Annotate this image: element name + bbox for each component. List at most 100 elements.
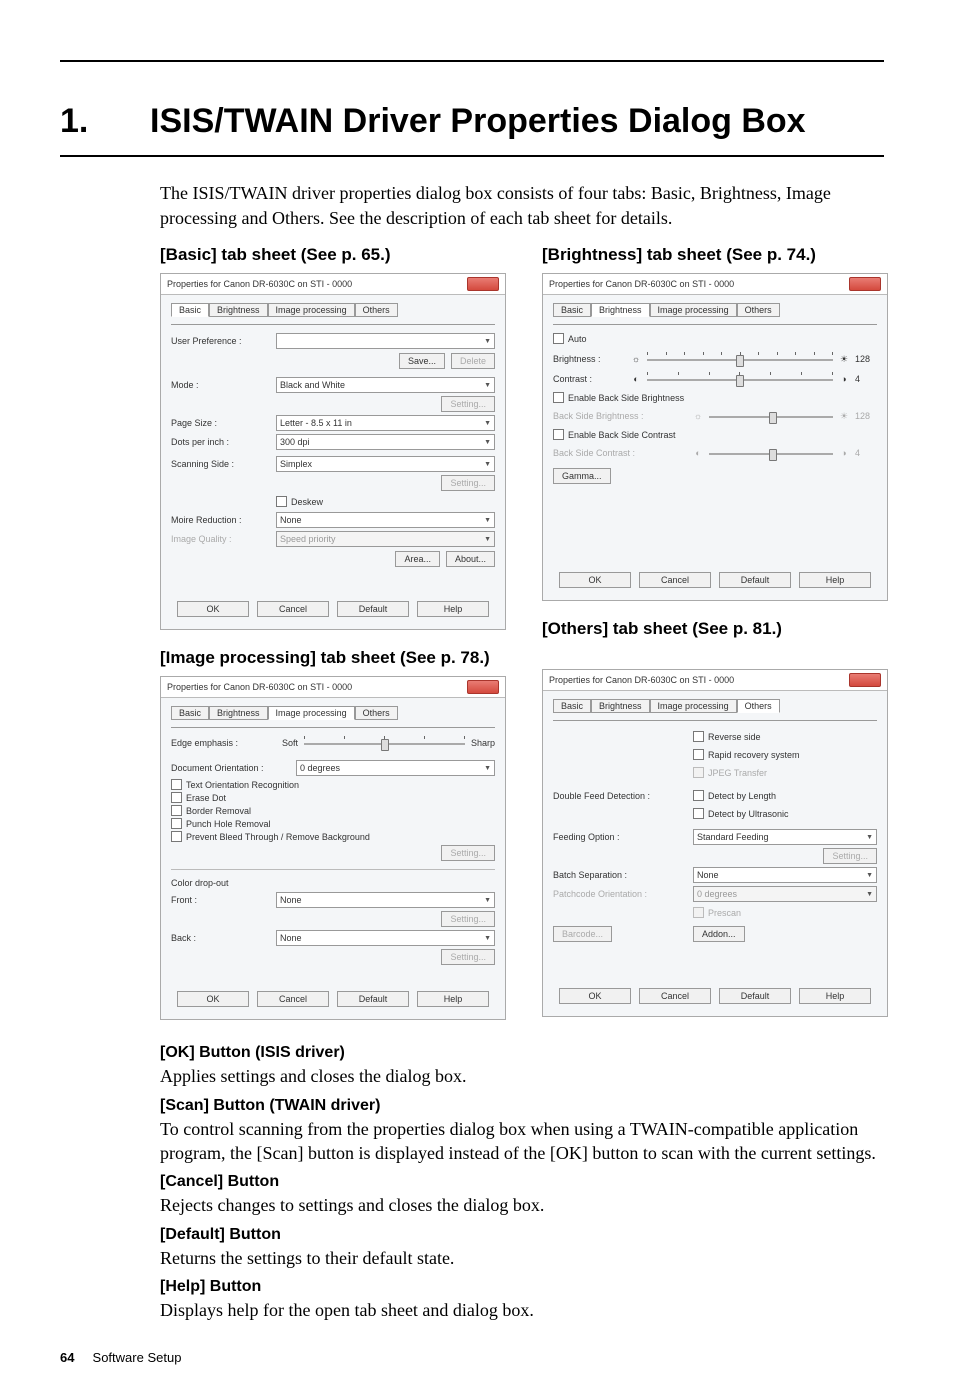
cancel-button[interactable]: Cancel: [639, 572, 711, 588]
ok-button[interactable]: OK: [559, 572, 631, 588]
auto-label: Auto: [568, 334, 587, 344]
feeding-option-combo[interactable]: Standard Feeding▼: [693, 829, 877, 845]
help-button-text: Displays help for the open tab sheet and…: [160, 1298, 884, 1322]
tab-others[interactable]: Others: [355, 303, 398, 317]
edge-emphasis-slider[interactable]: [304, 736, 465, 750]
default-button[interactable]: Default: [719, 572, 791, 588]
tab-image-processing[interactable]: Image processing: [268, 706, 355, 720]
help-button-heading: [Help] Button: [160, 1278, 884, 1296]
default-button-text: Returns the settings to their default st…: [160, 1246, 884, 1270]
mode-label: Mode :: [171, 380, 276, 390]
help-button[interactable]: Help: [799, 572, 871, 588]
detect-ultrasonic-label: Detect by Ultrasonic: [708, 809, 789, 819]
default-button[interactable]: Default: [337, 991, 409, 1007]
chevron-down-icon: ▼: [484, 517, 491, 524]
tab-basic[interactable]: Basic: [553, 303, 591, 317]
tab-image-processing[interactable]: Image processing: [650, 303, 737, 317]
punch-hole-checkbox[interactable]: [171, 818, 182, 829]
jpeg-transfer-checkbox: [693, 767, 704, 778]
help-button[interactable]: Help: [417, 991, 489, 1007]
tab-basic[interactable]: Basic: [171, 303, 209, 317]
sun-dim-icon: ☼: [693, 411, 703, 421]
batch-separation-combo[interactable]: None▼: [693, 867, 877, 883]
tab-others[interactable]: Others: [355, 706, 398, 720]
chevron-down-icon: ▼: [484, 536, 491, 543]
reverse-side-checkbox[interactable]: [693, 731, 704, 742]
batch-separation-label: Batch Separation :: [553, 870, 693, 880]
chevron-down-icon: ▼: [866, 891, 873, 898]
back-setting-button: Setting...: [441, 949, 495, 965]
page-size-combo[interactable]: Letter - 8.5 x 11 in▼: [276, 415, 495, 431]
border-removal-label: Border Removal: [186, 806, 251, 816]
delete-button: Delete: [451, 353, 495, 369]
enable-bs-brightness-checkbox[interactable]: [553, 392, 564, 403]
image-processing-tab-screenshot: Properties for Canon DR-6030C on STI - 0…: [160, 676, 506, 1020]
enable-bs-contrast-checkbox[interactable]: [553, 429, 564, 440]
default-button[interactable]: Default: [719, 988, 791, 1004]
help-button[interactable]: Help: [799, 988, 871, 1004]
back-label: Back :: [171, 933, 276, 943]
contrast-value: 4: [855, 374, 877, 384]
chapter-number: 1.: [60, 102, 150, 141]
cancel-button-text: Rejects changes to settings and closes t…: [160, 1193, 884, 1217]
save-button[interactable]: Save...: [399, 353, 445, 369]
area-button[interactable]: Area...: [395, 551, 440, 567]
cancel-button[interactable]: Cancel: [257, 991, 329, 1007]
scanning-side-combo[interactable]: Simplex▼: [276, 456, 495, 472]
tab-others[interactable]: Others: [737, 303, 780, 317]
patchcode-orientation-combo: 0 degrees▼: [693, 886, 877, 902]
back-combo[interactable]: None▼: [276, 930, 495, 946]
chevron-down-icon: ▼: [484, 897, 491, 904]
border-removal-checkbox[interactable]: [171, 805, 182, 816]
bs-contrast-slider: [709, 446, 833, 460]
detect-length-checkbox[interactable]: [693, 790, 704, 801]
tab-brightness[interactable]: Brightness: [591, 303, 650, 317]
basic-section-title: [Basic] tab sheet (See p. 65.): [160, 245, 506, 265]
rapid-recovery-checkbox[interactable]: [693, 749, 704, 760]
user-preference-combo[interactable]: ▼: [276, 333, 495, 349]
auto-checkbox[interactable]: [553, 333, 564, 344]
chevron-down-icon: ▼: [484, 338, 491, 345]
tab-image-processing[interactable]: Image processing: [268, 303, 355, 317]
default-button[interactable]: Default: [337, 601, 409, 617]
mode-combo[interactable]: Black and White▼: [276, 377, 495, 393]
doc-orientation-combo[interactable]: 0 degrees▼: [296, 760, 495, 776]
tab-brightness[interactable]: Brightness: [209, 706, 268, 720]
text-orientation-checkbox[interactable]: [171, 779, 182, 790]
chapter-title: ISIS/TWAIN Driver Properties Dialog Box: [150, 102, 806, 141]
ok-button[interactable]: OK: [177, 991, 249, 1007]
brightness-slider[interactable]: [647, 352, 833, 366]
gamma-button[interactable]: Gamma...: [553, 468, 611, 484]
detect-ultrasonic-checkbox[interactable]: [693, 808, 704, 819]
contrast-slider[interactable]: [647, 372, 833, 386]
help-button[interactable]: Help: [417, 601, 489, 617]
image-processing-section-title: [Image processing] tab sheet (See p. 78.…: [160, 648, 506, 668]
ok-button-heading: [OK] Button (ISIS driver): [160, 1044, 884, 1062]
bs-contrast-value: 4: [855, 448, 877, 458]
cancel-button[interactable]: Cancel: [257, 601, 329, 617]
moire-combo[interactable]: None▼: [276, 512, 495, 528]
front-combo[interactable]: None▼: [276, 892, 495, 908]
tab-brightness[interactable]: Brightness: [591, 699, 650, 713]
about-button[interactable]: About...: [446, 551, 495, 567]
page-size-label: Page Size :: [171, 418, 276, 428]
contrast-label: Contrast :: [553, 374, 625, 384]
ok-button[interactable]: OK: [177, 601, 249, 617]
user-preference-label: User Preference :: [171, 336, 276, 346]
edge-soft-label: Soft: [282, 738, 298, 748]
addon-button[interactable]: Addon...: [693, 926, 745, 942]
tab-image-processing[interactable]: Image processing: [650, 699, 737, 713]
ok-button[interactable]: OK: [559, 988, 631, 1004]
tab-others[interactable]: Others: [737, 699, 780, 713]
tab-brightness[interactable]: Brightness: [209, 303, 268, 317]
erase-dot-checkbox[interactable]: [171, 792, 182, 803]
deskew-checkbox[interactable]: [276, 496, 287, 507]
prevent-bleed-checkbox[interactable]: [171, 831, 182, 842]
cancel-button[interactable]: Cancel: [639, 988, 711, 1004]
contrast-high-icon: ◑: [839, 448, 849, 458]
dpi-combo[interactable]: 300 dpi▼: [276, 434, 495, 450]
doc-orientation-label: Document Orientation :: [171, 763, 296, 773]
tab-basic[interactable]: Basic: [171, 706, 209, 720]
chevron-down-icon: ▼: [484, 461, 491, 468]
tab-basic[interactable]: Basic: [553, 699, 591, 713]
